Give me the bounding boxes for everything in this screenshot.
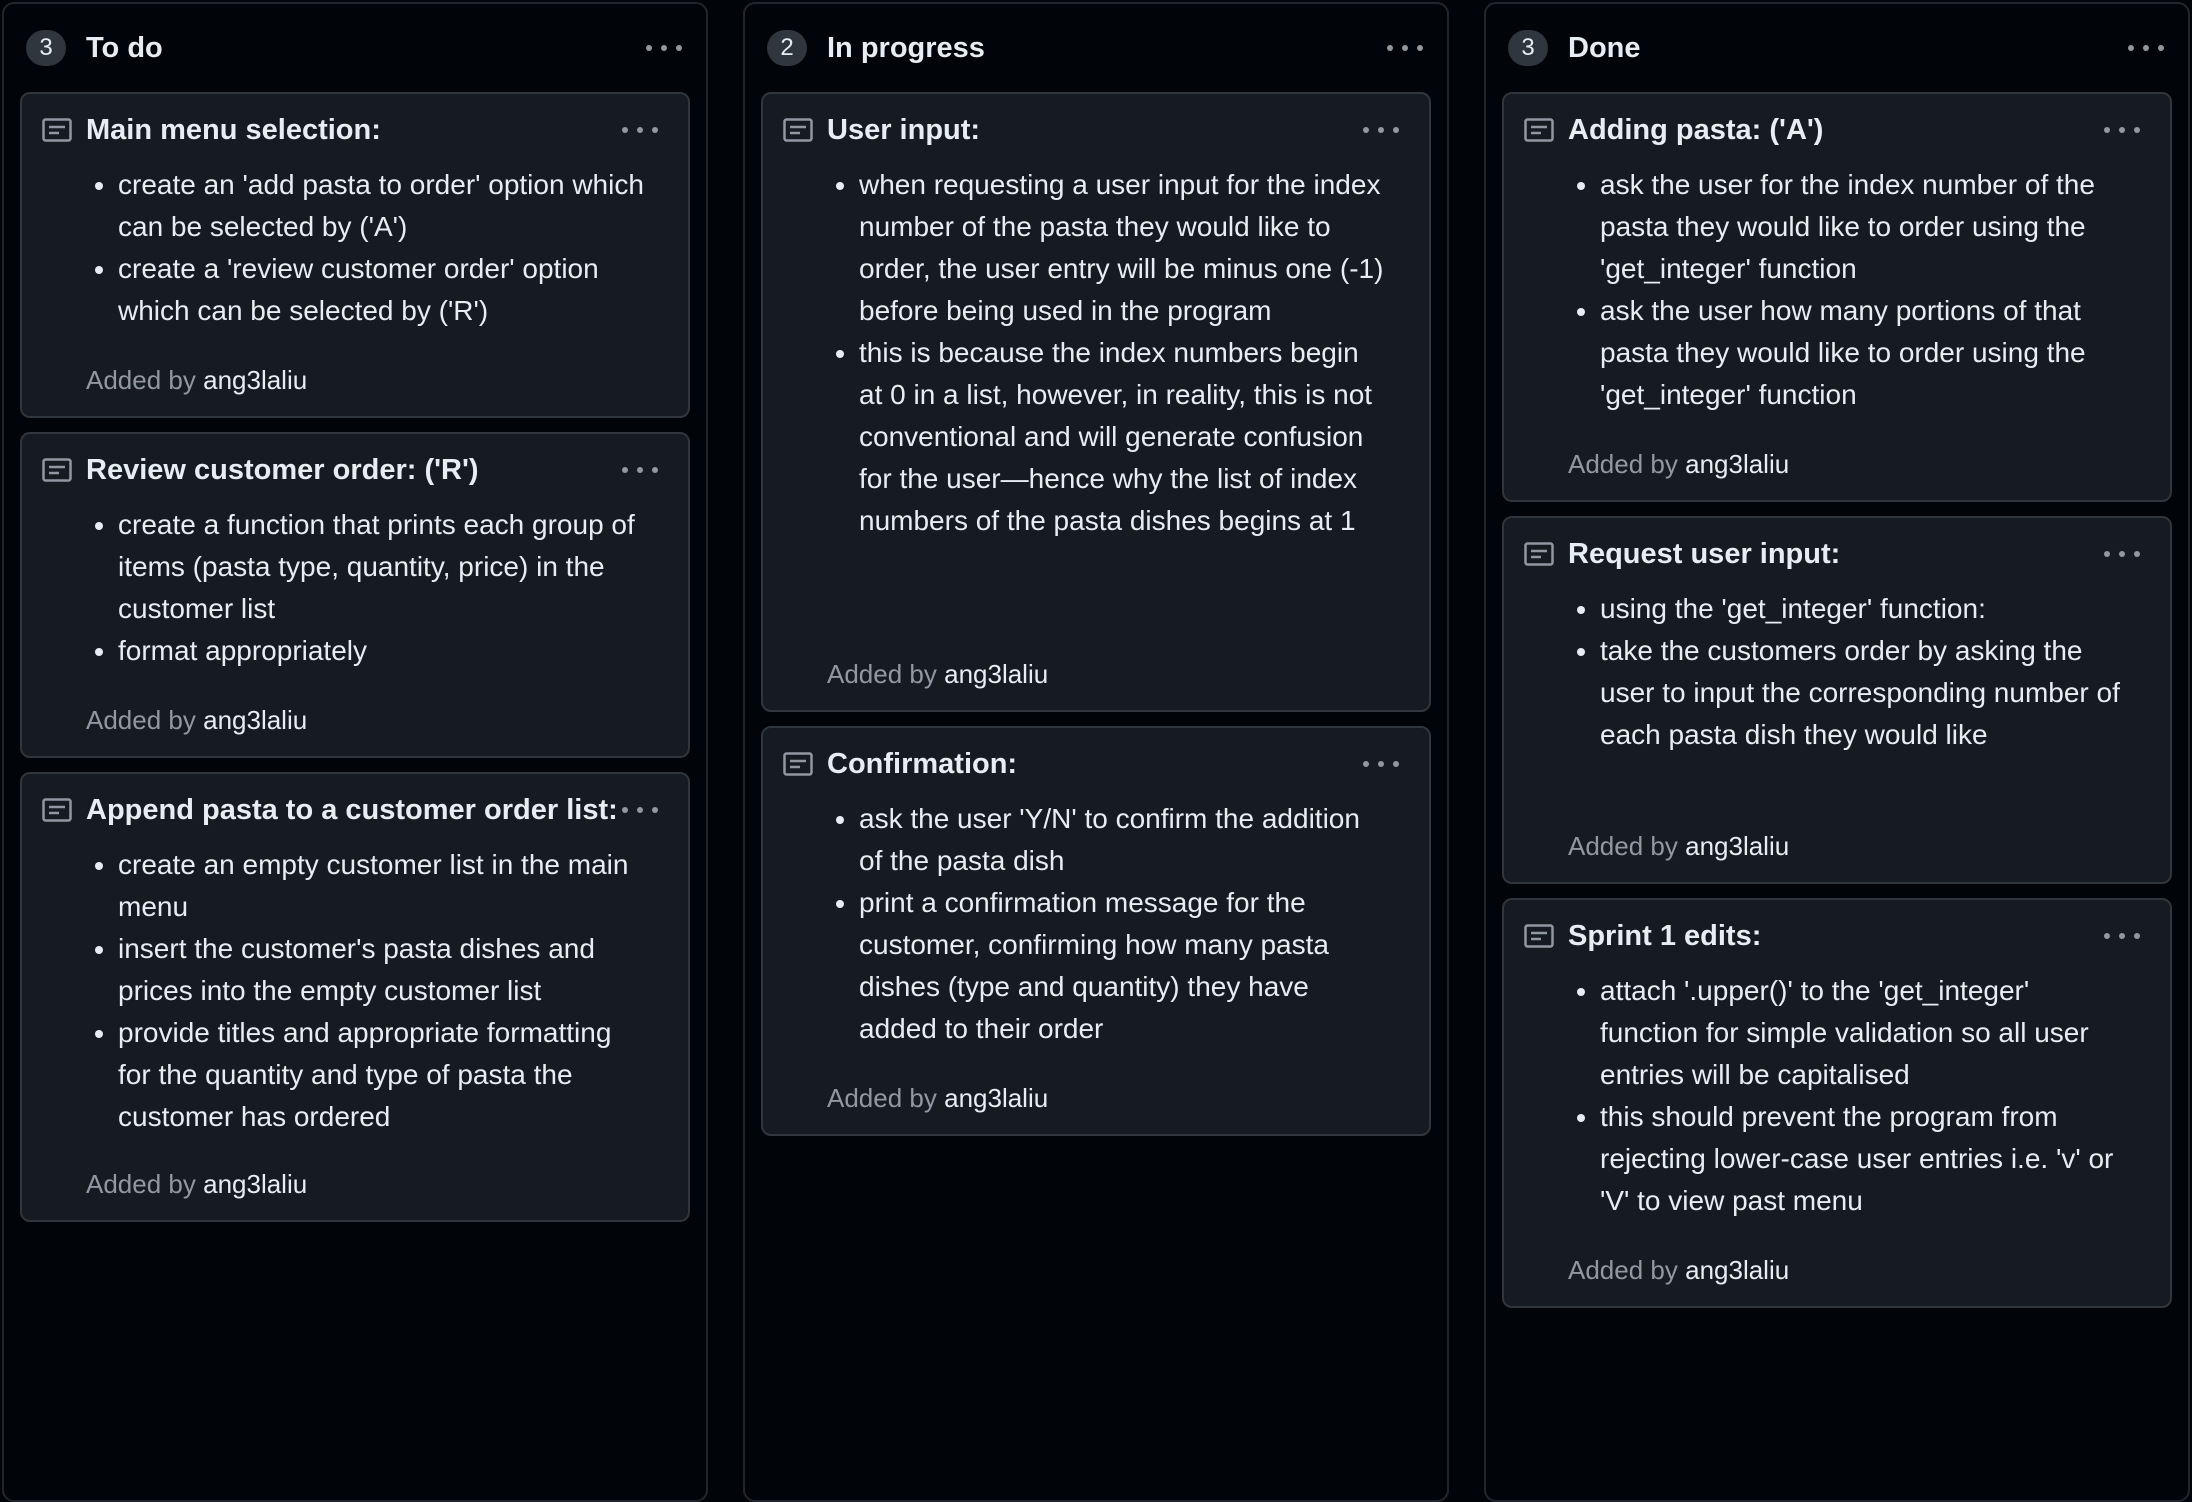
card-menu-icon[interactable] (622, 460, 658, 480)
card-body: when requesting a user input for the ind… (827, 164, 1389, 542)
author-link[interactable]: ang3laliu (1685, 449, 1789, 479)
card-body: create an 'add pasta to order' option wh… (86, 164, 648, 332)
card-title[interactable]: Review customer order: ('R') (86, 452, 628, 488)
card-title[interactable]: Sprint 1 edits: (1568, 918, 2110, 954)
added-by-label: Added by (1568, 1255, 1678, 1285)
card-body: using the 'get_integer' function: take t… (1568, 588, 2130, 756)
list-item: this is because the index numbers begin … (859, 332, 1389, 542)
added-by: Added by ang3laliu (827, 1082, 1048, 1114)
author-link[interactable]: ang3laliu (944, 659, 1048, 689)
card-title[interactable]: Append pasta to a customer order list: (86, 792, 628, 828)
card-body: create an empty customer list in the mai… (86, 844, 648, 1138)
added-by: Added by ang3laliu (1568, 448, 1789, 480)
added-by-label: Added by (86, 365, 196, 395)
note-icon (42, 118, 72, 142)
added-by: Added by ang3laliu (86, 364, 307, 396)
list-item: provide titles and appropriate formattin… (118, 1012, 648, 1138)
card-adding-pasta[interactable]: Adding pasta: ('A') ask the user for the… (1502, 92, 2172, 502)
column-count-badge: 2 (767, 30, 807, 66)
column-header: 2 In progress (765, 24, 1427, 72)
list-item: print a confirmation message for the cus… (859, 882, 1389, 1050)
list-item: ask the user 'Y/N' to confirm the additi… (859, 798, 1389, 882)
added-by-label: Added by (1568, 831, 1678, 861)
list-item: insert the customer's pasta dishes and p… (118, 928, 648, 1012)
column-count-badge: 3 (26, 30, 66, 66)
list-item: format appropriately (118, 630, 648, 672)
card-title[interactable]: Confirmation: (827, 746, 1369, 782)
card-main-menu-selection[interactable]: Main menu selection: create an 'add past… (20, 92, 690, 418)
card-title[interactable]: Main menu selection: (86, 112, 628, 148)
column-count-badge: 3 (1508, 30, 1548, 66)
column-menu-icon[interactable] (2128, 38, 2164, 58)
added-by-label: Added by (86, 1169, 196, 1199)
column-header: 3 Done (1506, 24, 2168, 72)
card-title[interactable]: Request user input: (1568, 536, 2110, 572)
card-sprint-1-edits[interactable]: Sprint 1 edits: attach '.upper()' to the… (1502, 898, 2172, 1308)
author-link[interactable]: ang3laliu (203, 705, 307, 735)
note-icon (42, 458, 72, 482)
author-link[interactable]: ang3laliu (203, 365, 307, 395)
card-menu-icon[interactable] (2104, 926, 2140, 946)
project-board: 3 To do Main menu selection: create an '… (0, 0, 2192, 1502)
added-by: Added by ang3laliu (86, 1168, 307, 1200)
column-title: In progress (827, 32, 985, 64)
added-by: Added by ang3laliu (1568, 1254, 1789, 1286)
column-header: 3 To do (24, 24, 686, 72)
card-confirmation[interactable]: Confirmation: ask the user 'Y/N' to conf… (761, 726, 1431, 1136)
card-menu-icon[interactable] (622, 120, 658, 140)
card-title[interactable]: User input: (827, 112, 1369, 148)
list-item: attach '.upper()' to the 'get_integer' f… (1600, 970, 2130, 1096)
added-by: Added by ang3laliu (827, 658, 1048, 690)
author-link[interactable]: ang3laliu (1685, 1255, 1789, 1285)
card-menu-icon[interactable] (2104, 544, 2140, 564)
column-menu-icon[interactable] (646, 38, 682, 58)
card-menu-icon[interactable] (1363, 754, 1399, 774)
card-append-pasta[interactable]: Append pasta to a customer order list: c… (20, 772, 690, 1222)
added-by-label: Added by (827, 1083, 937, 1113)
card-menu-icon[interactable] (2104, 120, 2140, 140)
list-item: when requesting a user input for the ind… (859, 164, 1389, 332)
list-item: using the 'get_integer' function: (1600, 588, 2130, 630)
added-by: Added by ang3laliu (1568, 830, 1789, 862)
added-by-label: Added by (827, 659, 937, 689)
card-title[interactable]: Adding pasta: ('A') (1568, 112, 2110, 148)
list-item: this should prevent the program from rej… (1600, 1096, 2130, 1222)
list-item: create an 'add pasta to order' option wh… (118, 164, 648, 248)
added-by: Added by ang3laliu (86, 704, 307, 736)
list-item: ask the user how many portions of that p… (1600, 290, 2130, 416)
added-by-label: Added by (86, 705, 196, 735)
list-item: ask the user for the index number of the… (1600, 164, 2130, 290)
note-icon (1524, 542, 1554, 566)
note-icon (783, 752, 813, 776)
column-title: Done (1568, 32, 1641, 64)
column-done: 3 Done Adding pasta: ('A') ask the user … (1484, 2, 2190, 1502)
card-body: ask the user for the index number of the… (1568, 164, 2130, 416)
card-menu-icon[interactable] (1363, 120, 1399, 140)
author-link[interactable]: ang3laliu (944, 1083, 1048, 1113)
card-menu-icon[interactable] (622, 800, 658, 820)
card-user-input[interactable]: User input: when requesting a user input… (761, 92, 1431, 712)
note-icon (1524, 118, 1554, 142)
card-request-user-input[interactable]: Request user input: using the 'get_integ… (1502, 516, 2172, 884)
list-item: take the customers order by asking the u… (1600, 630, 2130, 756)
list-item: create a function that prints each group… (118, 504, 648, 630)
card-body: ask the user 'Y/N' to confirm the additi… (827, 798, 1389, 1050)
note-icon (42, 798, 72, 822)
list-item: create an empty customer list in the mai… (118, 844, 648, 928)
card-body: create a function that prints each group… (86, 504, 648, 672)
card-body: attach '.upper()' to the 'get_integer' f… (1568, 970, 2130, 1222)
card-review-customer-order[interactable]: Review customer order: ('R') create a fu… (20, 432, 690, 758)
column-todo: 3 To do Main menu selection: create an '… (2, 2, 708, 1502)
added-by-label: Added by (1568, 449, 1678, 479)
author-link[interactable]: ang3laliu (1685, 831, 1789, 861)
list-item: create a 'review customer order' option … (118, 248, 648, 332)
column-title: To do (86, 32, 163, 64)
note-icon (783, 118, 813, 142)
column-menu-icon[interactable] (1387, 38, 1423, 58)
column-in-progress: 2 In progress User input: when requestin… (743, 2, 1449, 1502)
author-link[interactable]: ang3laliu (203, 1169, 307, 1199)
note-icon (1524, 924, 1554, 948)
